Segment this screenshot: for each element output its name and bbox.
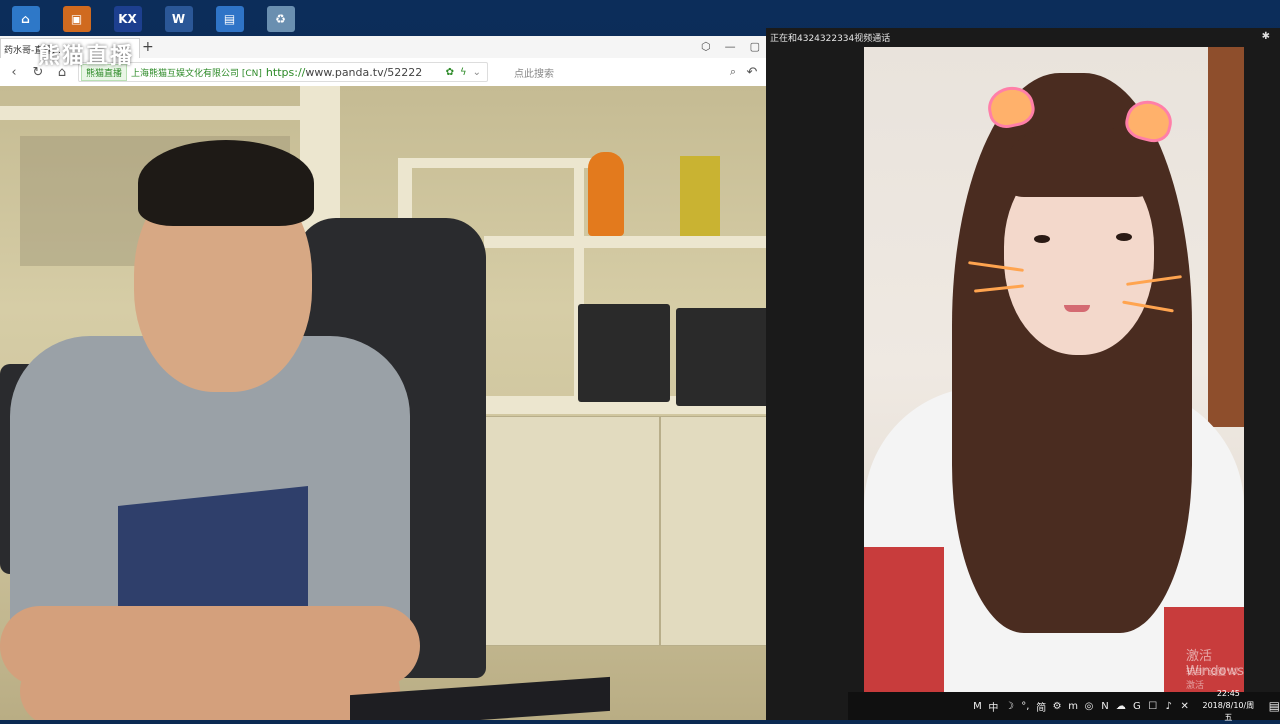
minimize-button[interactable]: —: [725, 40, 736, 53]
tray-app-icon[interactable]: G: [1131, 701, 1142, 712]
stream-video[interactable]: [0, 86, 848, 720]
volume-icon[interactable]: ♪: [1163, 701, 1174, 712]
person-hair: [138, 140, 314, 226]
security-icon[interactable]: ✿: [446, 67, 454, 78]
desktop-icon-game[interactable]: ▣: [51, 0, 102, 38]
desktop: ⌂ ▣ KX W ▤ ♻ 药水哥-直播... + ⬡ — ▢ ‹ ↻ ⌂ 熊猫直…: [0, 0, 1280, 722]
desktop-icon-kx[interactable]: KX: [102, 0, 153, 38]
call-title: 正在和4324322334视频通话: [770, 34, 891, 44]
recycle-bin-icon: ♻: [266, 6, 295, 32]
eye: [1034, 235, 1050, 243]
video-call-window: 正在和4324322334视频通话 ✱ 激活 Windows 转到"设置"以激活…: [766, 28, 1280, 720]
desktop-icon-word[interactable]: W: [153, 0, 204, 38]
notification-icon[interactable]: ▤: [1269, 699, 1280, 713]
jacket-stripe: [864, 547, 944, 692]
tray-app-icon[interactable]: ✕: [1179, 701, 1190, 712]
back-icon[interactable]: ‹: [6, 65, 22, 80]
ime-language-icon[interactable]: 中: [988, 699, 999, 714]
addr-icons: ✿ ϟ ⌄: [446, 67, 487, 78]
game-icon: ▣: [62, 6, 91, 32]
clock-time: 22:45: [1216, 689, 1240, 698]
desktop-icon-row: ⌂ ▣ KX W ▤ ♻: [0, 0, 330, 38]
ime-simplified-icon[interactable]: 简: [1036, 699, 1047, 714]
document-icon: ▤: [215, 6, 244, 32]
person-arm: [20, 656, 400, 720]
search-icon[interactable]: ⌕: [730, 65, 736, 79]
toy-figure: [588, 152, 624, 236]
new-tab-button[interactable]: +: [142, 39, 154, 55]
tray-app-icon[interactable]: ◎: [1084, 701, 1095, 712]
address-bar[interactable]: 熊猫直播 上海熊猫互娱文化有限公司 [CN] https:// www.pand…: [78, 62, 488, 82]
search-input[interactable]: 点此搜索 ⌕: [496, 62, 736, 82]
url-path: www.panda.tv/52222: [305, 65, 423, 79]
desktop-icon-computer[interactable]: ⌂: [0, 0, 51, 38]
shelf: [0, 106, 300, 120]
word-icon: W: [164, 6, 193, 32]
desktop-icon-recycle-bin[interactable]: ♻: [255, 0, 306, 38]
search-placeholder: 点此搜索: [514, 68, 554, 80]
clock[interactable]: 22:45 2018/8/10/周五: [1201, 688, 1255, 724]
desktop-icon-document[interactable]: ▤: [204, 0, 255, 38]
eye: [1116, 233, 1132, 241]
girl-bangs: [1010, 127, 1150, 197]
shelf: [398, 158, 593, 168]
call-video[interactable]: 激活 Windows 转到"设置"以激活 Windows。: [864, 47, 1244, 692]
shelf: [484, 236, 814, 248]
cabinet-door: [460, 416, 660, 646]
window-controls: ⬡ — ▢: [701, 40, 760, 53]
ime-punct-icon[interactable]: °,: [1020, 701, 1031, 712]
skin-icon[interactable]: ⬡: [701, 40, 711, 53]
tray-app-icon[interactable]: ☁: [1115, 701, 1126, 712]
ime-mode-icon[interactable]: M: [972, 701, 983, 712]
pin-icon[interactable]: ✱: [1262, 31, 1270, 42]
bottle: [680, 156, 720, 236]
undo-icon[interactable]: ↶: [744, 65, 760, 80]
kx-icon: KX: [113, 6, 142, 32]
mouth: [1064, 305, 1090, 312]
dropdown-icon[interactable]: ⌄: [473, 67, 481, 78]
tray-app-icon[interactable]: m: [1068, 701, 1079, 712]
speaker: [578, 304, 670, 402]
site-company: 上海熊猫互娱文化有限公司 [CN]: [131, 68, 262, 79]
system-tray: M 中 ☽ °, 简 ⚙ m ◎ N ☁ G ☐ ♪ ✕ 22:45 2018/…: [848, 689, 1280, 722]
tray-app-icon[interactable]: N: [1100, 701, 1111, 712]
speed-icon[interactable]: ϟ: [460, 67, 467, 78]
maximize-button[interactable]: ▢: [750, 40, 760, 53]
ime-settings-icon[interactable]: ⚙: [1052, 701, 1063, 712]
computer-icon: ⌂: [11, 6, 40, 32]
ime-moon-icon[interactable]: ☽: [1004, 701, 1015, 712]
door: [1208, 47, 1244, 427]
url-scheme: https://: [265, 65, 306, 79]
panda-logo: 熊猫直播: [38, 44, 135, 69]
network-icon[interactable]: ☐: [1147, 701, 1158, 712]
clock-date: 2018/8/10/周五: [1202, 701, 1255, 722]
